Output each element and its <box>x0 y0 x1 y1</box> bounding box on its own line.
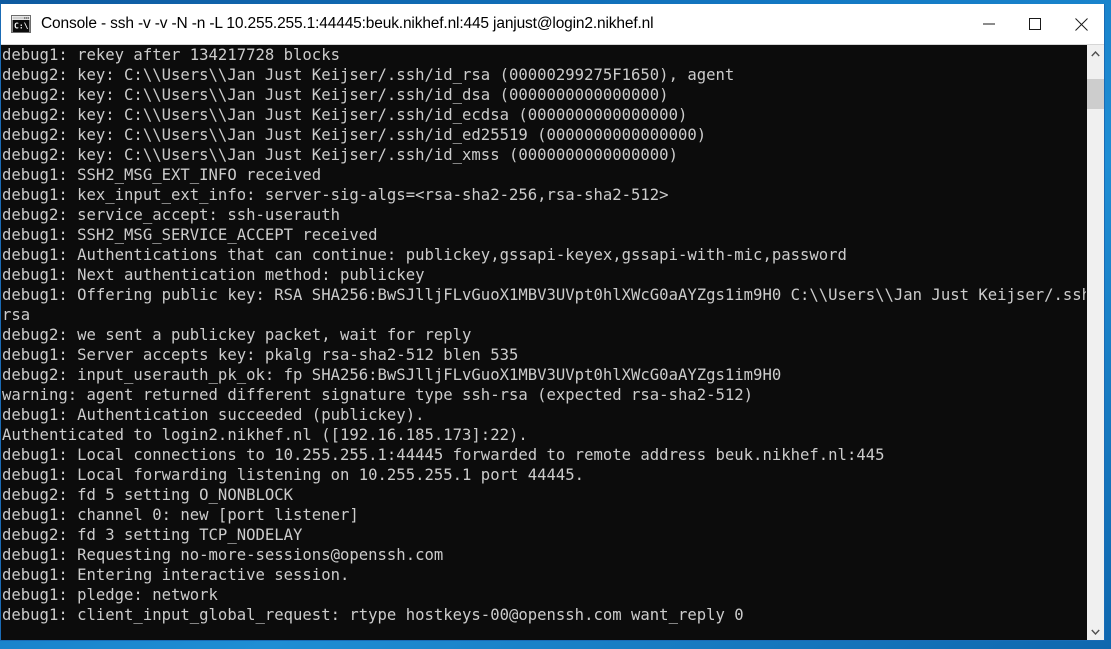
title-bar[interactable]: C:\ Console - ssh -v -v -N -n -L 10.255.… <box>1 4 1104 45</box>
console-icon: C:\ <box>11 15 31 33</box>
maximize-button[interactable] <box>1012 5 1058 44</box>
minimize-button[interactable] <box>966 5 1012 44</box>
scroll-down-button[interactable] <box>1087 623 1104 640</box>
scrollbar-thumb[interactable] <box>1087 79 1104 109</box>
console-window: C:\ Console - ssh -v -v -N -n -L 10.255.… <box>0 4 1105 641</box>
window-title: Console - ssh -v -v -N -n -L 10.255.255.… <box>41 15 654 32</box>
terminal-output[interactable]: debug1: rekey after 134217728 blocks deb… <box>1 45 1086 640</box>
scroll-up-button[interactable] <box>1087 45 1104 62</box>
vertical-scrollbar[interactable] <box>1086 45 1104 640</box>
close-button[interactable] <box>1058 5 1104 44</box>
svg-text:C:\: C:\ <box>14 22 29 31</box>
terminal-area[interactable]: debug1: rekey after 134217728 blocks deb… <box>1 45 1104 640</box>
scrollbar-track[interactable] <box>1087 62 1104 623</box>
